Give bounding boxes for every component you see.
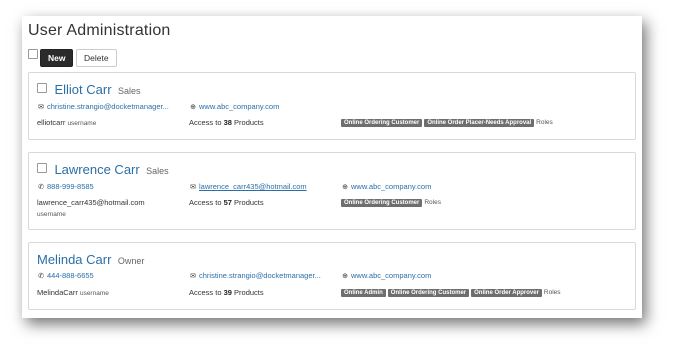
access-suffix: Products [234, 288, 264, 297]
user-heading: Elliot Carr Sales [37, 81, 141, 99]
access-prefix: Access to [189, 118, 222, 127]
email-link[interactable]: lawrence_carr435@hotmail.com [199, 182, 307, 191]
product-access: Access to 39 Products [189, 288, 264, 297]
access-prefix: Access to [189, 198, 222, 207]
phone-link[interactable]: 444-888-6655 [47, 271, 94, 280]
username-label: username [79, 290, 109, 297]
product-access: Access to 38 Products [189, 118, 264, 127]
user-name-link[interactable]: Elliot Carr [54, 82, 111, 97]
username-label-row: username [37, 209, 66, 218]
website-link[interactable]: www.abc_company.com [351, 271, 431, 280]
username-field: elliotcarr username [37, 118, 96, 127]
website-field: ⊕ www.abc_company.com [341, 271, 431, 280]
user-heading: Lawrence Carr Sales [37, 161, 169, 179]
email-field: ✉ christine.strangio@docketmanager... [37, 102, 169, 111]
phone-icon: ✆ [38, 273, 44, 280]
website-field: ⊕ www.abc_company.com [189, 102, 279, 111]
user-name-link[interactable]: Melinda Carr [37, 252, 111, 267]
email-field: ✉ lawrence_carr435@hotmail.com [189, 182, 307, 191]
new-button[interactable]: New [40, 49, 74, 67]
envelope-icon: ✉ [190, 184, 196, 191]
globe-icon: ⊕ [342, 184, 348, 191]
role-badge: Online Ordering Customer [387, 289, 470, 297]
email-link[interactable]: christine.strangio@docketmanager... [199, 271, 321, 280]
username-label: username [37, 211, 66, 218]
role-badge: Online Ordering Customer [341, 119, 423, 127]
product-count: 39 [223, 288, 232, 297]
user-heading: Melinda Carr Owner [37, 251, 144, 269]
website-link[interactable]: www.abc_company.com [199, 102, 279, 111]
user-select-checkbox[interactable] [37, 163, 47, 173]
globe-icon: ⊕ [190, 104, 196, 111]
website-link[interactable]: www.abc_company.com [351, 182, 431, 191]
access-suffix: Products [234, 118, 264, 127]
window-frame: User Administration New Delete Elliot Ca… [22, 16, 642, 318]
role-badge: Online Order Placer-Needs Approval [424, 119, 535, 127]
product-count: 38 [223, 118, 232, 127]
username-label: username [67, 120, 97, 127]
user-card: Elliot Carr Sales ✉ christine.strangio@do… [28, 72, 636, 140]
role-badge: Online Admin [341, 289, 386, 297]
product-count: 57 [223, 198, 232, 207]
user-select-checkbox[interactable] [37, 83, 47, 93]
roles-label: Roles [424, 199, 441, 206]
username-value: MelindaCarr [37, 288, 78, 297]
role-badge: Online Ordering Customer [341, 199, 423, 207]
user-role: Sales [146, 166, 169, 176]
user-card: Melinda Carr Owner ✆ 444-888-6655 ✉ christ… [28, 242, 636, 310]
website-field: ⊕ www.abc_company.com [341, 182, 431, 191]
phone-link[interactable]: 888-999-8585 [47, 182, 94, 191]
user-name-link[interactable]: Lawrence Carr [54, 162, 139, 177]
phone-icon: ✆ [38, 184, 44, 191]
product-access: Access to 57 Products [189, 198, 264, 207]
user-role: Sales [117, 86, 141, 96]
user-role: Owner [117, 256, 145, 266]
roles-list: Online Admin Online Ordering Customer Onli… [341, 289, 561, 297]
email-link[interactable]: christine.strangio@docketmanager... [47, 102, 169, 111]
username-value: elliotcarr [37, 118, 66, 127]
select-all-checkbox[interactable] [28, 49, 38, 59]
access-suffix: Products [234, 198, 264, 207]
role-badge: Online Order Approver [471, 289, 542, 297]
username-value: lawrence_carr435@hotmail.com [37, 198, 145, 207]
access-prefix: Access to [189, 288, 222, 297]
username-field: MelindaCarr username [37, 288, 109, 297]
roles-list: Online Ordering Customer Online Order Pla… [341, 119, 553, 127]
envelope-icon: ✉ [190, 273, 196, 280]
user-card: Lawrence Carr Sales ✆ 888-999-8585 ✉ lawre… [28, 152, 636, 230]
roles-label: Roles [536, 119, 553, 126]
roles-label: Roles [543, 289, 561, 296]
username-field: lawrence_carr435@hotmail.com [37, 198, 145, 207]
page-title: User Administration [28, 22, 171, 39]
delete-button[interactable]: Delete [76, 49, 117, 67]
roles-list: Online Ordering Customer Roles [341, 199, 441, 207]
globe-icon: ⊕ [342, 273, 348, 280]
email-field: ✉ christine.strangio@docketmanager... [189, 271, 321, 280]
envelope-icon: ✉ [38, 104, 44, 111]
phone-field: ✆ 888-999-8585 [37, 182, 94, 191]
phone-field: ✆ 444-888-6655 [37, 271, 94, 280]
